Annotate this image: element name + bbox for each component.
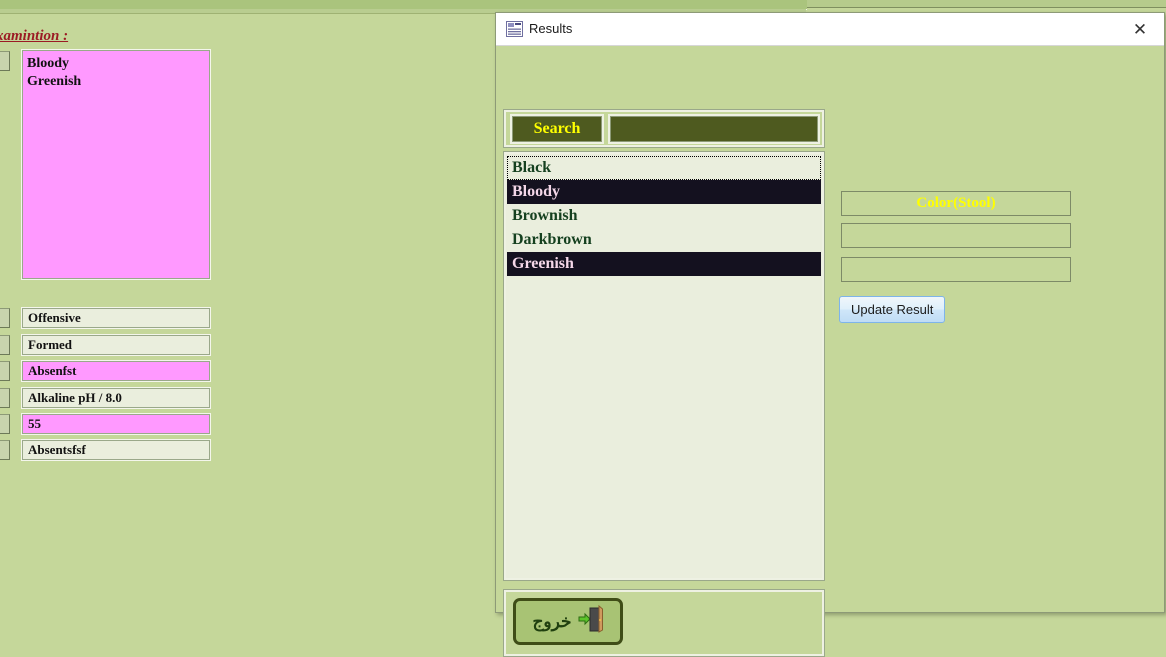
field-consistency[interactable]: Formed [22, 335, 210, 355]
exit-panel: خروج [503, 589, 825, 657]
exit-door-icon [574, 604, 604, 639]
record-nav-stub-button-5[interactable] [0, 414, 10, 434]
notes-line: Greenish [27, 74, 82, 89]
list-item[interactable]: Darkbrown [507, 228, 821, 252]
results-listbox[interactable]: Black Bloody Brownish Darkbrown Greenish [503, 151, 825, 581]
list-item[interactable]: Brownish [507, 204, 821, 228]
form-view-icon [506, 21, 523, 37]
record-nav-stub-button-1[interactable] [0, 308, 10, 328]
dialog-title: Results [529, 21, 573, 36]
search-panel: Search [503, 109, 825, 148]
result-field-color-stool[interactable] [841, 191, 1071, 216]
list-item[interactable]: Greenish [507, 252, 821, 276]
field-mucus[interactable]: Absenfst [22, 361, 210, 381]
close-icon[interactable]: ✕ [1120, 13, 1160, 45]
result-field-tertiary[interactable] [841, 257, 1071, 282]
list-item[interactable]: Black [507, 156, 821, 180]
field-odour[interactable]: Offensive [22, 308, 210, 328]
notes-line: Bloody [27, 56, 70, 71]
field-numeric[interactable]: 55 [22, 414, 210, 434]
field-blood[interactable]: Absentsfsf [22, 440, 210, 460]
background-window-header-strip-right [807, 0, 1166, 8]
section-title-examination: xamintion : [0, 28, 69, 44]
result-field-secondary[interactable] [841, 223, 1071, 248]
search-button[interactable]: Search [512, 116, 602, 142]
record-nav-stub-button-4[interactable] [0, 388, 10, 408]
exit-button[interactable]: خروج [513, 598, 623, 645]
record-nav-stub-button-0[interactable] [0, 51, 10, 71]
results-dialog: Results ✕ Search Black Bloody Brownish D… [495, 12, 1165, 657]
field-reaction-ph[interactable]: Alkaline pH / 8.0 [22, 388, 210, 408]
record-nav-stub-button-6[interactable] [0, 440, 10, 460]
record-nav-stub-button-3[interactable] [0, 361, 10, 381]
record-nav-stub-button-2[interactable] [0, 335, 10, 355]
dialog-body: Search Black Bloody Brownish Darkbrown G… [496, 46, 1164, 657]
examination-notes-listbox[interactable]: Bloody Greenish [22, 50, 210, 279]
dialog-titlebar[interactable]: Results ✕ [496, 13, 1164, 46]
update-result-button[interactable]: Update Result [839, 296, 946, 323]
search-input[interactable] [610, 116, 818, 142]
list-item[interactable]: Bloody [507, 180, 821, 204]
